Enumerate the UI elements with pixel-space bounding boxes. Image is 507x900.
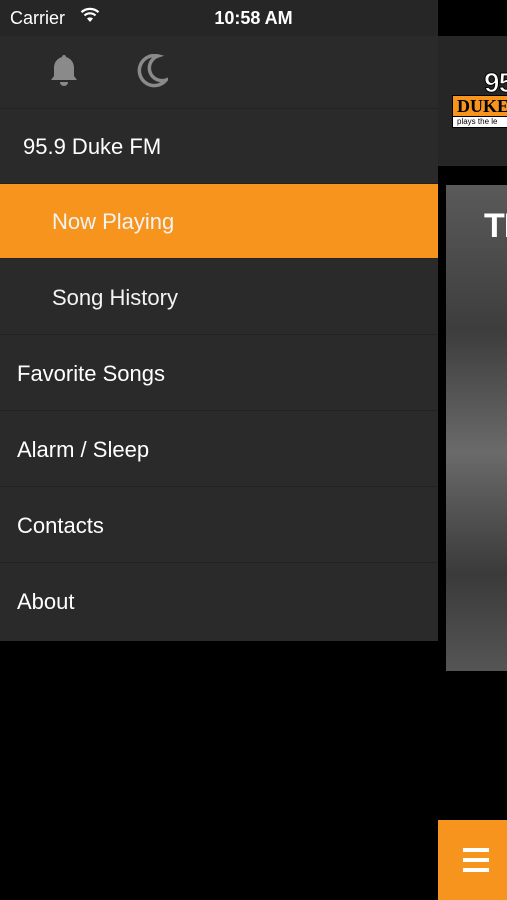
menu-item-label: About bbox=[17, 589, 75, 614]
main-panel: 95 DUKE plays the le TI bbox=[438, 0, 507, 900]
menu-item-label: Alarm / Sleep bbox=[17, 437, 150, 462]
station-logo: 95 DUKE plays the le bbox=[450, 67, 507, 137]
album-art: TI bbox=[446, 185, 507, 671]
menu-item-label: Song History bbox=[52, 285, 178, 310]
moon-icon[interactable] bbox=[136, 53, 172, 93]
menu-item-label: Now Playing bbox=[52, 209, 175, 234]
menu-item-contacts[interactable]: Contacts bbox=[0, 488, 438, 563]
menu-item-about[interactable]: About bbox=[0, 564, 438, 639]
menu-toggle-button[interactable] bbox=[438, 820, 507, 900]
logo-name: DUKE bbox=[457, 96, 507, 116]
menu-item-now-playing[interactable]: Now Playing bbox=[0, 184, 438, 259]
clock: 10:58 AM bbox=[214, 8, 293, 28]
menu-item-alarm-sleep[interactable]: Alarm / Sleep bbox=[0, 412, 438, 487]
menu-item-song-history[interactable]: Song History bbox=[0, 260, 438, 335]
station-header[interactable]: 95.9 Duke FM bbox=[0, 109, 438, 184]
bell-icon[interactable] bbox=[48, 53, 80, 94]
side-drawer: 95.9 Duke FM Now Playing Song History Fa… bbox=[0, 36, 438, 641]
drawer-toolbar bbox=[0, 36, 438, 109]
station-name: 95.9 Duke FM bbox=[23, 134, 162, 159]
status-bar: Carrier 10:58 AM bbox=[0, 0, 507, 36]
album-art-text: TI bbox=[484, 207, 507, 245]
menu-item-favorite-songs[interactable]: Favorite Songs bbox=[0, 336, 438, 411]
logo-name-box: DUKE bbox=[452, 95, 507, 117]
logo-tagline: plays the le bbox=[457, 117, 498, 126]
menu-item-label: Favorite Songs bbox=[17, 361, 165, 386]
logo-tagline-box: plays the le bbox=[452, 116, 507, 128]
menu-item-label: Contacts bbox=[17, 513, 104, 538]
